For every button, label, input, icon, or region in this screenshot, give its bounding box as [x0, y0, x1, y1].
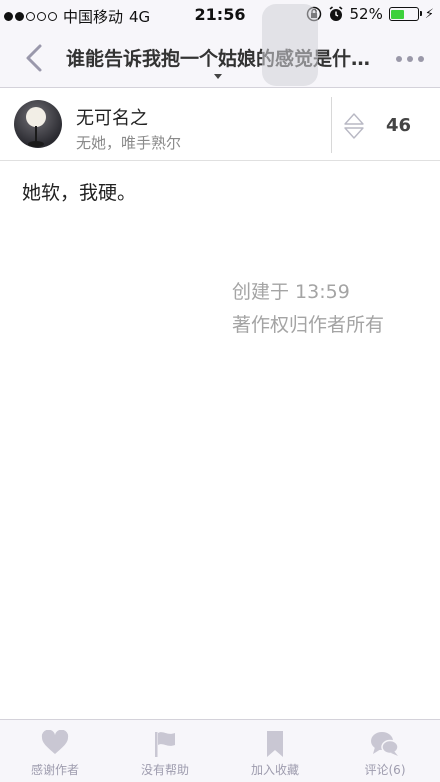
answer-created-time: 创建于 13:59: [232, 281, 350, 303]
not-helpful-label: 没有帮助: [140, 763, 189, 777]
heart-icon: [41, 730, 69, 754]
thank-author-button[interactable]: 感谢作者: [0, 720, 110, 782]
question-title[interactable]: 谁能告诉我抱一个姑娘的感觉是什么样的？: [66, 44, 384, 71]
charging-bolt-icon: ⚡: [424, 6, 434, 22]
avatar-image: [26, 107, 46, 147]
comment-icon: [371, 732, 399, 756]
vote-button[interactable]: [343, 111, 365, 141]
vote-count: 46: [386, 115, 412, 136]
author-row[interactable]: 无可名之 无她，唯手熟尔 46: [0, 89, 440, 161]
battery-percent: 52%: [349, 5, 383, 23]
title-dropdown-caret-icon[interactable]: [214, 74, 222, 79]
bottom-toolbar: 感谢作者 没有帮助 加入收藏 评论(6): [0, 719, 440, 782]
answer-body: 她软，我硬。: [22, 182, 137, 204]
status-right: 52% ⚡: [306, 5, 434, 23]
vote-divider: [331, 97, 332, 153]
touch-indicator: [262, 4, 318, 86]
copyright-notice: 著作权归作者所有: [232, 314, 385, 336]
vote-arrows-icon: [344, 113, 364, 139]
author-name[interactable]: 无可名之: [76, 104, 148, 130]
more-dots-icon: [396, 56, 402, 62]
back-button[interactable]: [20, 43, 50, 73]
flag-icon: [155, 732, 175, 757]
comments-button[interactable]: 评论(6): [330, 720, 440, 782]
more-options-button[interactable]: [396, 56, 424, 62]
alarm-icon: [329, 6, 343, 21]
battery-level-fill: [391, 9, 405, 19]
nav-bar: 谁能告诉我抱一个姑娘的感觉是什么样的？: [0, 30, 440, 88]
add-favorite-button[interactable]: 加入收藏: [220, 720, 330, 782]
comments-label: 评论(6): [364, 763, 406, 777]
author-bio: 无她，唯手熟尔: [76, 134, 182, 152]
status-bar: 中国移动 4G 21:56 52% ⚡: [0, 0, 440, 30]
not-helpful-button[interactable]: 没有帮助: [110, 720, 220, 782]
chevron-left-icon: [26, 44, 42, 72]
battery-icon: [388, 7, 422, 21]
thank-author-label: 感谢作者: [30, 763, 79, 777]
avatar[interactable]: [14, 100, 62, 148]
add-favorite-label: 加入收藏: [250, 763, 299, 777]
bookmark-icon: [267, 731, 283, 757]
